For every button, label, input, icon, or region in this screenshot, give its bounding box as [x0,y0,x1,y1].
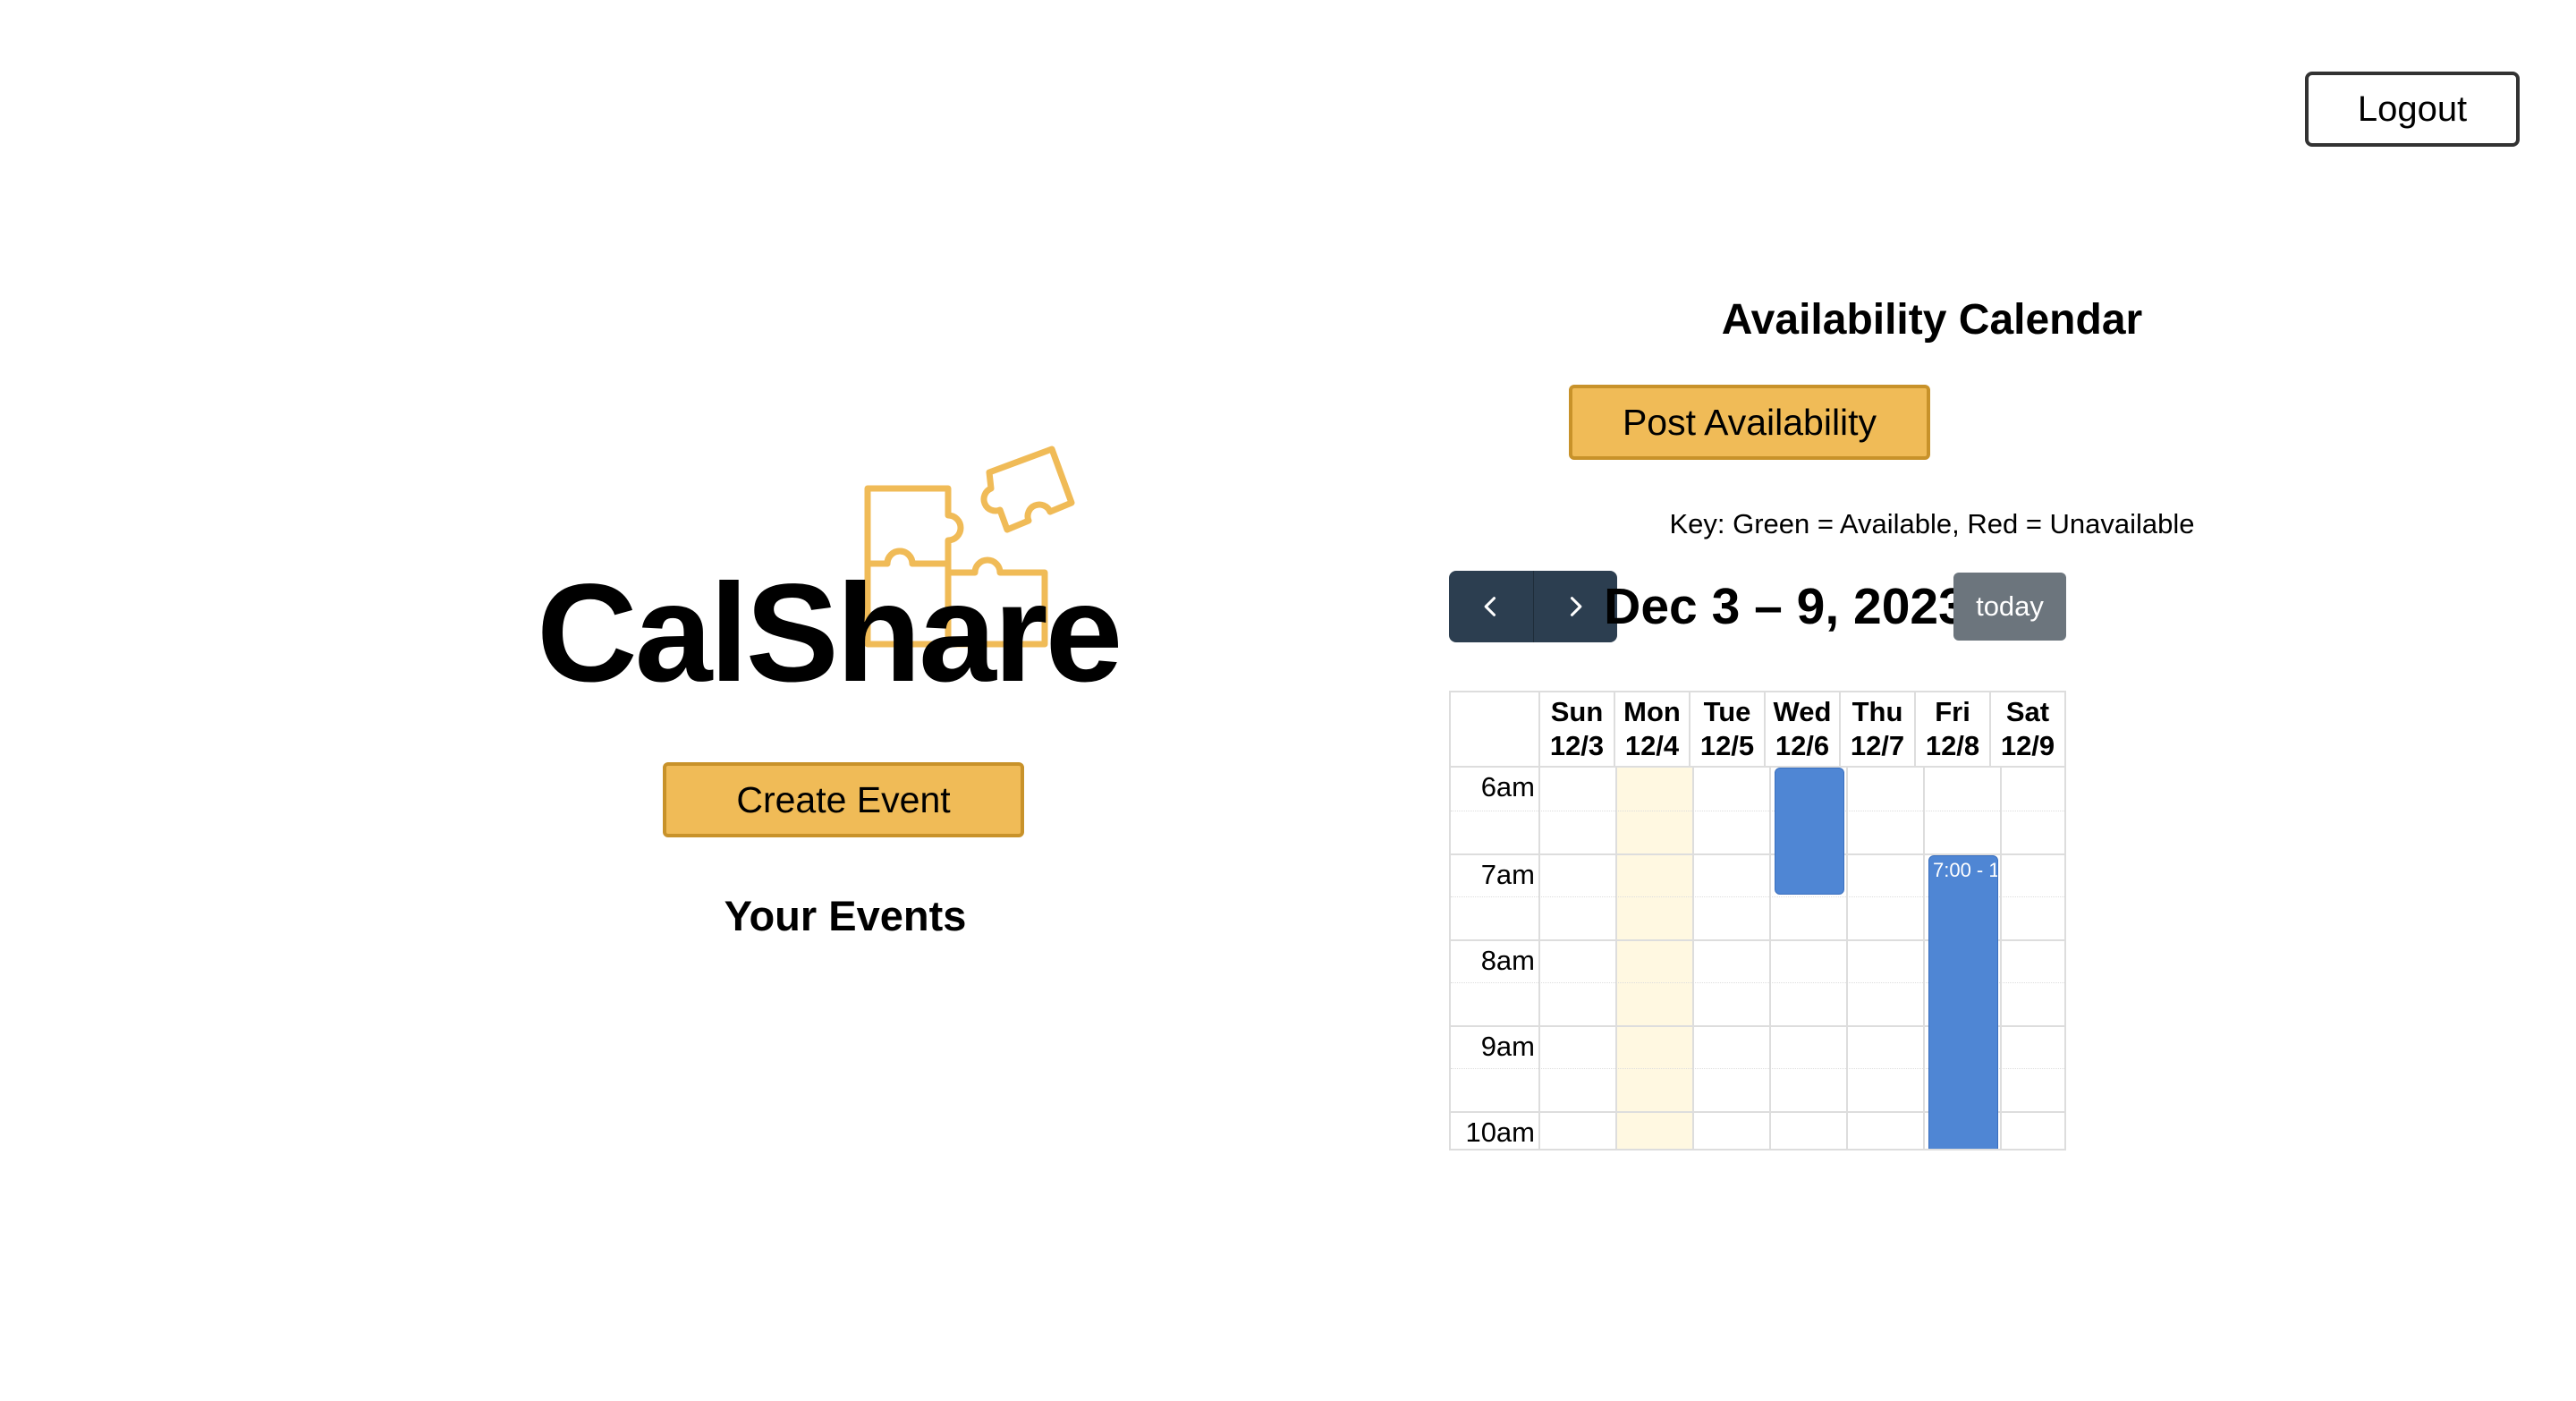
prev-week-button[interactable] [1449,571,1534,642]
availability-calendar-heading: Availability Calendar [1721,296,2143,344]
time-label: 10am [1465,1117,1535,1148]
chevron-left-icon [1484,597,1496,616]
chevron-right-icon [1571,597,1582,616]
day-name: Wed [1773,696,1832,727]
column-divider [1692,768,1694,1149]
day-header-tue[interactable]: Tue 12/5 [1690,692,1766,766]
day-name: Mon [1623,696,1681,727]
time-axis-header [1451,692,1540,766]
column-divider [1923,768,1925,1149]
logo-text: CalShare [537,556,1123,711]
column-divider [1615,768,1617,1149]
time-label: 9am [1480,1031,1535,1062]
calendar-key-text: Key: Green = Available, Red = Unavailabl… [1669,508,2195,539]
day-header-sat[interactable]: Sat 12/9 [1991,692,2064,766]
time-label: 7am [1480,859,1535,890]
availability-event-fri[interactable]: 7:00 - 1 [1928,855,1998,1149]
time-label: 6am [1480,771,1535,802]
day-header-mon[interactable]: Mon 12/4 [1615,692,1690,766]
time-slot-6am[interactable]: 6am [1451,768,2064,811]
post-availability-button[interactable]: Post Availability [1569,385,1930,460]
availability-event-wed[interactable] [1775,768,1844,895]
day-date: 12/5 [1699,730,1755,761]
day-name: Thu [1852,696,1903,727]
column-divider [1769,768,1771,1149]
day-header-wed[interactable]: Wed 12/6 [1766,692,1841,766]
time-slot-630am[interactable] [1451,811,2064,853]
day-name: Sun [1550,696,1604,727]
day-header-sun[interactable]: Sun 12/3 [1540,692,1615,766]
create-event-button[interactable]: Create Event [663,762,1024,837]
day-name: Tue [1703,696,1751,727]
logout-button[interactable]: Logout [2305,72,2520,147]
day-date: 12/7 [1850,730,1905,761]
column-divider [1846,768,1848,1149]
week-calendar: Sun 12/3 Mon 12/4 Tue 12/5 Wed 12/6 Thu … [1449,691,2066,1151]
calendar-nav-group [1449,571,1617,642]
day-date: 12/3 [1549,730,1605,761]
day-date: 12/8 [1925,730,1980,761]
your-events-heading: Your Events [724,892,967,939]
day-header-thu[interactable]: Thu 12/7 [1841,692,1916,766]
day-name: Sat [2005,696,2050,727]
column-divider [2000,768,2002,1149]
day-header-fri[interactable]: Fri 12/8 [1916,692,1991,766]
calendar-header-row: Sun 12/3 Mon 12/4 Tue 12/5 Wed 12/6 Thu … [1451,692,2064,768]
calendar-body[interactable]: 6am 7am 8am 9am 10am 7:00 - 1 [1451,768,2064,1149]
today-button[interactable]: today [1953,573,2066,641]
page: Logout CalShare Create Event Your Events… [0,0,2576,1401]
calshare-logo: CalShare [537,438,1123,703]
day-date: 12/6 [1775,730,1830,761]
time-label: 8am [1480,945,1535,976]
day-date: 12/4 [1624,730,1680,761]
day-date: 12/9 [2000,730,2055,761]
column-divider [1538,768,1540,1149]
day-name: Fri [1935,696,1970,727]
calendar-title: Dec 3 – 9, 2023 [1604,578,1967,635]
